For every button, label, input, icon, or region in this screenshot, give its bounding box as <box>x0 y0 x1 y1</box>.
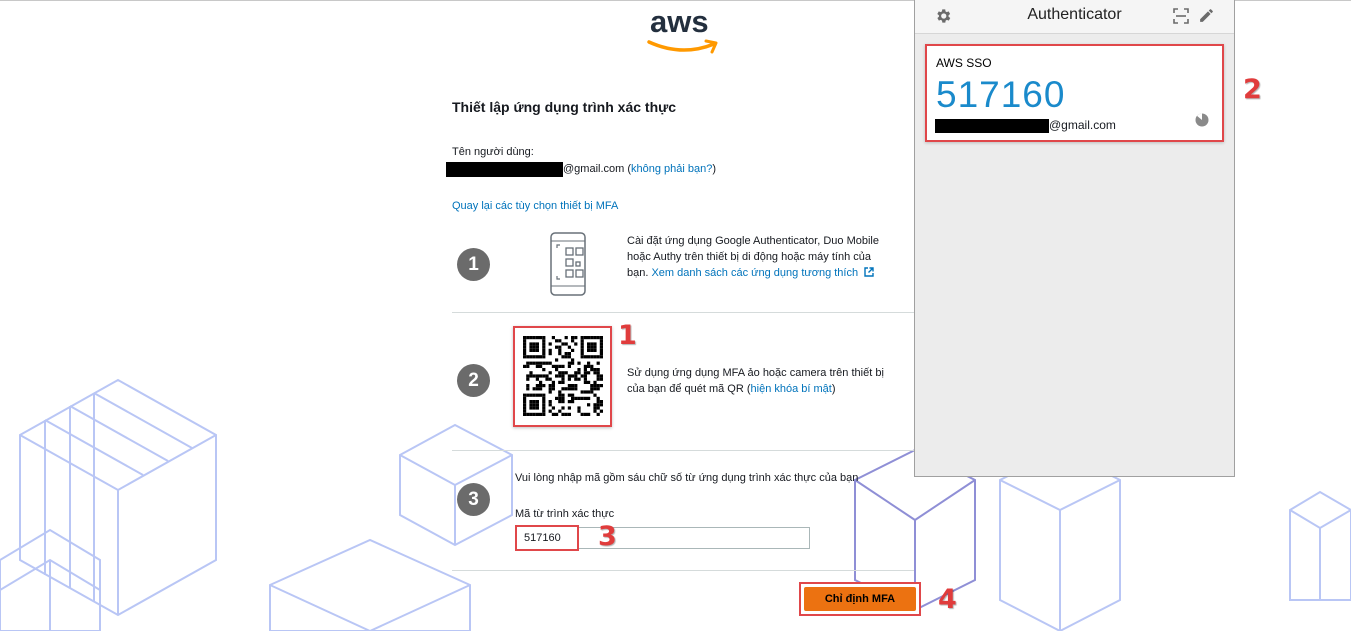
divider <box>452 312 914 313</box>
otp-account: @gmail.com <box>935 118 1116 133</box>
authenticator-popup: Authenticator AWS SSO 517160 @gmail.com … <box>914 0 1262 477</box>
paren-close: ) <box>712 163 717 175</box>
assign-mfa-button-label: Chỉ định MFA <box>804 587 916 611</box>
authenticator-header: Authenticator <box>915 0 1234 34</box>
assign-mfa-button[interactable]: Chỉ định MFA <box>799 582 921 616</box>
username-line: @gmail.com (không phải bạn?) <box>446 161 716 177</box>
step-2-description-end: ) <box>831 383 836 395</box>
annotation-2: 2 <box>1243 74 1262 105</box>
divider <box>452 450 914 451</box>
otp-issuer: AWS SSO <box>936 56 992 70</box>
step-2-text: Sử dụng ứng dụng MFA ảo hoặc camera trên… <box>627 365 887 397</box>
otp-account-suffix: @gmail.com <box>1049 118 1116 132</box>
username-label: Tên người dùng: <box>452 146 534 158</box>
otp-entry-card[interactable]: AWS SSO 517160 @gmail.com <box>925 44 1224 142</box>
annotation-4: 4 <box>938 584 957 615</box>
annotation-3: 3 <box>598 521 617 552</box>
back-to-mfa-options-link[interactable]: Quay lại các tùy chọn thiết bị MFA <box>452 200 618 212</box>
qr-code-icon <box>523 336 603 416</box>
code-field-label: Mã từ trình xác thực <box>515 508 615 520</box>
phone-qr-icon <box>550 232 586 296</box>
step-3-number: 3 <box>457 483 490 516</box>
step-1-description-end: bạn. <box>627 267 652 279</box>
mfa-code-value[interactable]: 517160 <box>515 525 579 551</box>
redacted-username <box>446 161 563 177</box>
not-you-link[interactable]: không phải bạn? <box>631 163 712 175</box>
compatible-apps-link[interactable]: Xem danh sách các ứng dụng tương thích <box>651 267 858 279</box>
mfa-setup-panel: Thiết lập ứng dụng trình xác thực Tên ng… <box>446 0 957 631</box>
show-secret-key-link[interactable]: hiện khóa bí mật <box>751 383 832 395</box>
step-1-number: 1 <box>457 248 490 281</box>
step-2-number: 2 <box>457 364 490 397</box>
scan-qr-icon[interactable] <box>1173 8 1189 24</box>
external-link-icon <box>864 267 874 277</box>
username-email-suffix: @gmail.com <box>563 163 625 175</box>
annotation-1: 1 <box>618 320 637 351</box>
qr-code-highlight <box>513 326 612 427</box>
page-title: Thiết lập ứng dụng trình xác thực <box>452 99 677 115</box>
pencil-icon[interactable] <box>1198 7 1215 24</box>
step-1-text: Cài đặt ứng dụng Google Authenticator, D… <box>627 233 887 281</box>
step-1-description: Cài đặt ứng dụng Google Authenticator, D… <box>627 235 879 263</box>
divider <box>452 570 914 571</box>
step-3-instruction: Vui lòng nhập mã gồm sáu chữ số từ ứng d… <box>515 472 859 484</box>
otp-code[interactable]: 517160 <box>936 74 1065 116</box>
redacted-account <box>935 118 1049 133</box>
timer-icon <box>1195 113 1209 127</box>
